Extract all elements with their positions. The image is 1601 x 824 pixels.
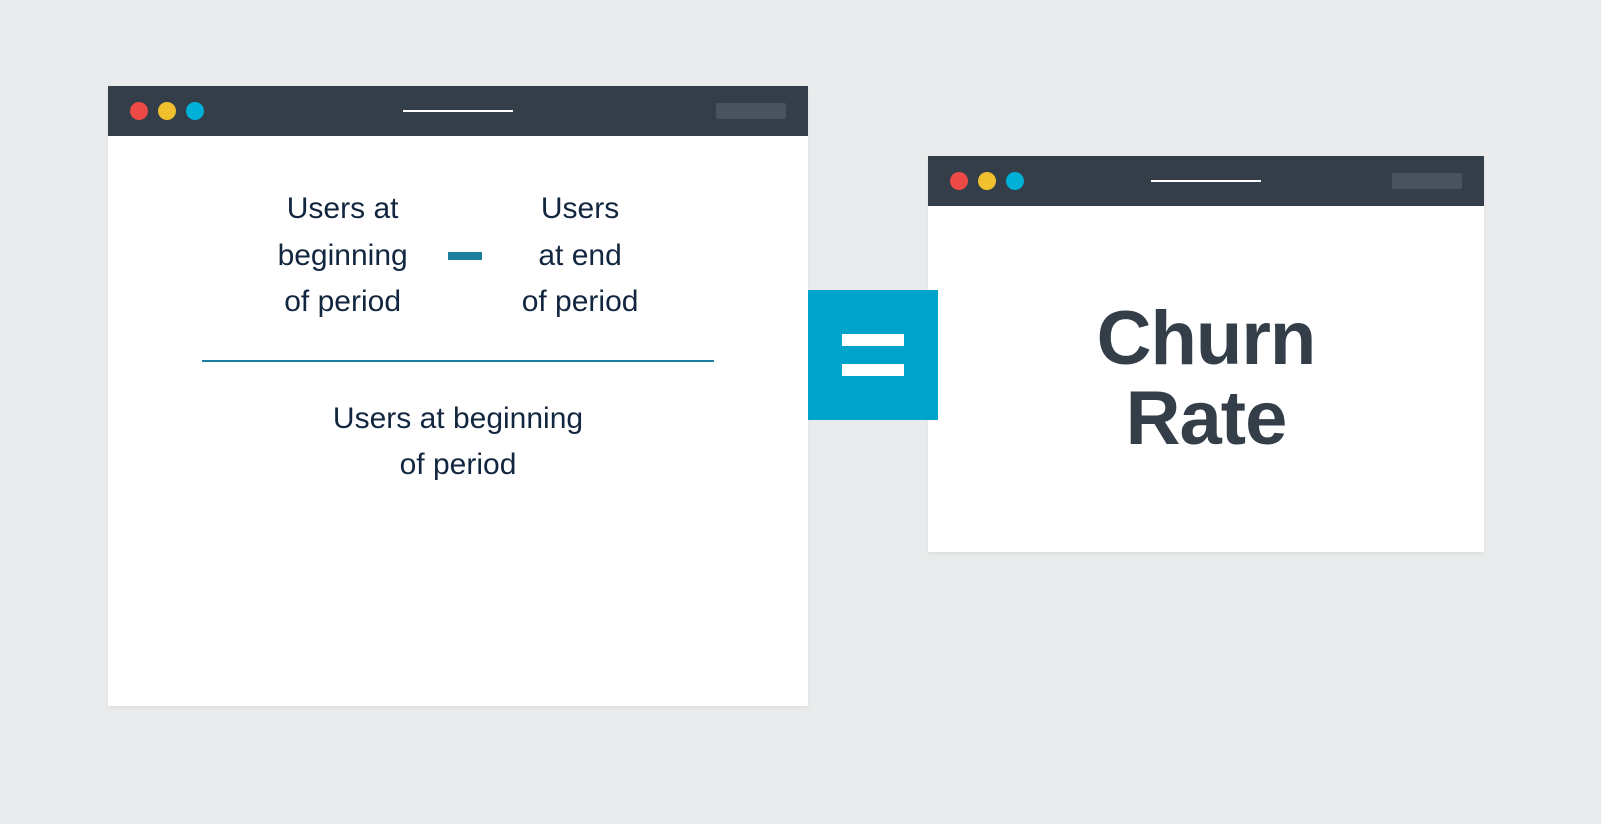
numerator-left-term: Users at beginning of period (278, 186, 408, 326)
minus-icon (448, 252, 482, 260)
titlebar-divider-icon (1151, 180, 1261, 182)
text-line: at end (522, 233, 639, 280)
minimize-icon (978, 172, 996, 190)
text-line: of period (522, 279, 639, 326)
formula-body: Users at beginning of period Users at en… (108, 136, 808, 529)
close-icon (130, 102, 148, 120)
result-label: Churn Rate (1097, 299, 1316, 459)
fraction: Users at beginning of period Users at en… (168, 186, 748, 489)
text-line: of period (278, 279, 408, 326)
traffic-lights (108, 102, 204, 120)
fraction-divider (202, 360, 714, 362)
numerator-right-term: Users at end of period (522, 186, 639, 326)
maximize-icon (186, 102, 204, 120)
text-line: of period (168, 442, 748, 489)
close-icon (950, 172, 968, 190)
maximize-icon (1006, 172, 1024, 190)
window-titlebar (928, 156, 1484, 206)
formula-window: Users at beginning of period Users at en… (108, 86, 808, 706)
titlebar-pill-icon (1392, 173, 1462, 189)
text-line: Rate (1097, 379, 1316, 459)
minimize-icon (158, 102, 176, 120)
traffic-lights (928, 172, 1024, 190)
equals-bar-icon (842, 334, 904, 346)
text-line: beginning (278, 233, 408, 280)
text-line: Users (522, 186, 639, 233)
window-titlebar (108, 86, 808, 136)
result-body: Churn Rate (928, 206, 1484, 552)
text-line: Churn (1097, 299, 1316, 379)
titlebar-divider-icon (403, 110, 513, 112)
equals-icon (808, 290, 938, 420)
titlebar-pill-icon (716, 103, 786, 119)
fraction-numerator: Users at beginning of period Users at en… (168, 186, 748, 326)
text-line: Users at (278, 186, 408, 233)
equals-bar-icon (842, 364, 904, 376)
text-line: Users at beginning (168, 396, 748, 443)
fraction-denominator: Users at beginning of period (168, 396, 748, 489)
result-window: Churn Rate (928, 156, 1484, 552)
